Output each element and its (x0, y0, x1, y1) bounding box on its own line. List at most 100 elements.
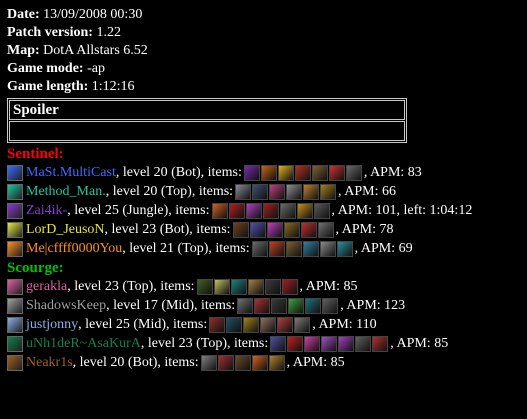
item-list (243, 164, 362, 181)
player-name: Neakr1s (26, 355, 73, 370)
player-apm: , APM: 85 (299, 279, 358, 294)
item-icon (355, 335, 372, 352)
player-name: Method_Man. (26, 184, 106, 199)
team-heading: Scourge: (7, 260, 64, 276)
spoiler-box[interactable]: Spoiler (7, 98, 407, 143)
teams-container: Sentinel: MaSt.MultiCast, level 20 (Bot),… (7, 145, 520, 372)
player-apm: , APM: 83 (363, 165, 422, 180)
item-list (200, 354, 285, 371)
item-icon (264, 278, 281, 295)
item-list (209, 316, 311, 333)
player-apm: , APM: 101, left: 1:04:12 (331, 203, 473, 218)
item-icon (260, 164, 277, 181)
player-row: ShadowsKeep, level 17 (Mid), items: , APM… (7, 296, 520, 315)
hero-icon (7, 278, 23, 295)
item-icon (288, 297, 305, 314)
item-icon (322, 297, 339, 314)
player-row: LorD_JeusoN, level 23 (Bot), items: , APM… (7, 220, 520, 239)
item-icon (213, 278, 230, 295)
meta-date: Date: 13/09/2008 00:30 (7, 6, 520, 24)
item-icon (319, 240, 336, 257)
meta-map-value: DotA Allstars 6.52 (39, 43, 148, 58)
meta-patch-label: Patch version: (7, 25, 93, 40)
player-apm: , APM: 85 (286, 355, 345, 370)
player-row: justjonny, level 25 (Mid), items: , APM: … (7, 315, 520, 334)
player-stats: , level 23 (Top), items: (140, 336, 269, 351)
item-icon (243, 164, 260, 181)
item-icon (217, 354, 234, 371)
item-icon (228, 202, 245, 219)
item-icon (268, 240, 285, 257)
item-icon (226, 316, 243, 333)
meta-map: Map: DotA Allstars 6.52 (7, 42, 520, 60)
player-row: Zai4ik-, level 25 (Jungle), items: , APM:… (7, 201, 520, 220)
item-icon (336, 240, 353, 257)
item-icon (234, 354, 251, 371)
player-apm: , APM: 78 (335, 222, 394, 237)
item-icon (200, 354, 217, 371)
replay-summary: Date: 13/09/2008 00:30 Patch version: 1.… (0, 0, 527, 378)
player-apm: , APM: 110 (312, 317, 377, 332)
item-icon (277, 316, 294, 333)
item-icon (254, 297, 271, 314)
hero-icon (7, 221, 23, 238)
player-apm: , APM: 69 (354, 241, 413, 256)
meta-mode: Game mode: -ap (7, 60, 520, 78)
item-icon (300, 221, 317, 238)
item-list (270, 335, 389, 352)
player-row: Me|cffff0000You, level 21 (Top), items:,… (7, 239, 520, 258)
hero-icon (7, 183, 23, 200)
item-icon (296, 202, 313, 219)
item-icon (270, 335, 287, 352)
item-icon (260, 316, 277, 333)
item-icon (252, 183, 269, 200)
item-icon (251, 354, 268, 371)
player-row: uNh1deR~AsaKurA, level 23 (Top), items:,… (7, 334, 520, 353)
item-icon (211, 202, 228, 219)
meta-date-label: Date: (7, 7, 40, 22)
item-icon (338, 335, 355, 352)
player-name: justjonny (26, 317, 79, 332)
item-list (251, 240, 353, 257)
meta-length: Game length: 1:12:16 (7, 78, 520, 96)
player-name: LorD_JeusoN (26, 222, 105, 237)
player-apm: , APM: 85 (390, 336, 449, 351)
item-icon (262, 202, 279, 219)
item-list (232, 221, 334, 238)
item-icon (320, 183, 337, 200)
meta-date-value: 13/09/2008 00:30 (39, 7, 143, 22)
hero-icon (7, 354, 23, 371)
spoiler-title[interactable]: Spoiler (9, 100, 405, 120)
player-stats: , level 20 (Bot), items: (72, 355, 199, 370)
player-name: ShadowsKeep (26, 298, 107, 313)
player-name: Me|cffff0000You (26, 241, 123, 256)
meta-length-label: Game length: (7, 79, 89, 94)
item-list (211, 202, 330, 219)
item-icon (251, 240, 268, 257)
item-icon (245, 202, 262, 219)
player-apm: , APM: 66 (338, 184, 397, 199)
item-icon (232, 221, 249, 238)
hero-icon (7, 240, 23, 257)
player-name: Zai4ik- (26, 203, 68, 218)
item-icon (235, 183, 252, 200)
hero-icon (7, 297, 23, 314)
item-icon (230, 278, 247, 295)
team-heading: Sentinel: (7, 146, 64, 162)
item-icon (302, 240, 319, 257)
hero-icon (7, 316, 23, 333)
player-stats: , level 20 (Bot), items: (115, 165, 242, 180)
meta-mode-value: -ap (83, 61, 105, 76)
item-icon (345, 164, 362, 181)
player-stats: , level 21 (Top), items: (122, 241, 250, 256)
item-icon (304, 335, 321, 352)
item-icon (281, 278, 298, 295)
item-icon (311, 164, 328, 181)
meta-mode-label: Game mode: (7, 61, 84, 76)
item-icon (268, 354, 285, 371)
item-list (196, 278, 298, 295)
player-stats: , level 25 (Mid), items: (78, 317, 208, 332)
item-icon (321, 335, 338, 352)
meta-patch-value: 1.22 (92, 25, 121, 40)
item-icon (285, 240, 302, 257)
